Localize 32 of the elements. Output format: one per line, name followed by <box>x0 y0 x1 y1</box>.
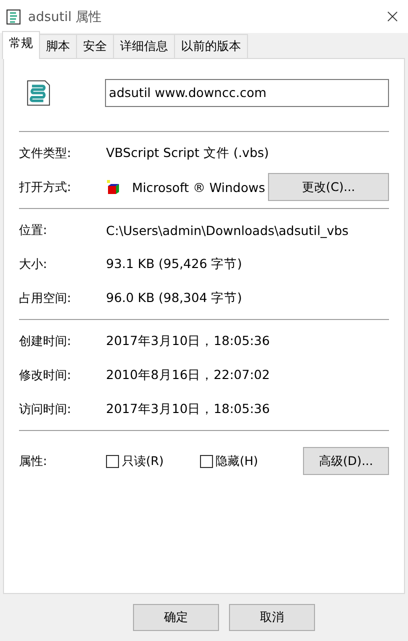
change-button[interactable]: 更改(C)... <box>268 173 389 201</box>
tab[interactable]: 以前的版本 <box>174 34 248 58</box>
window-title: adsutil 属性 <box>28 8 102 26</box>
field-label: 访问时间: <box>19 400 72 418</box>
checkbox[interactable] <box>106 454 119 468</box>
tab[interactable]: 常规 <box>2 31 40 59</box>
field-label: 修改时间: <box>19 366 72 384</box>
dialog-button[interactable]: 确定 <box>133 604 219 631</box>
field-label: 位置: <box>19 222 48 238</box>
field-value: 96.0 KB (98,304 字节) <box>106 290 242 306</box>
field-value: 93.1 KB (95,426 字节) <box>106 256 242 272</box>
app-name: Microsoft ® Windows <box>132 180 266 194</box>
checkbox-label: 只读(R) <box>122 452 164 470</box>
dialog-button[interactable]: 取消 <box>229 604 315 631</box>
script-file-icon <box>6 8 22 24</box>
file-name-field[interactable]: adsutil www.downcc.com <box>104 79 389 107</box>
field-label: 占用空间: <box>19 290 72 306</box>
advanced-button[interactable]: 高级(D)... <box>303 447 389 475</box>
field-label: 创建时间: <box>19 332 72 350</box>
field-value: 2017年3月10日，18:05:36 <box>106 332 270 350</box>
field-value: 2017年3月10日，18:05:36 <box>106 400 270 418</box>
close-icon[interactable] <box>387 11 398 22</box>
field-value: 2010年8月16日，22:07:02 <box>106 366 270 384</box>
field-label: 属性: <box>19 452 48 470</box>
checkbox[interactable] <box>200 454 213 468</box>
field-label: 打开方式: <box>19 178 72 196</box>
field-label: 文件类型: <box>19 144 72 162</box>
field-label: 大小: <box>19 256 48 272</box>
checkbox-label: 隐藏(H) <box>216 452 258 470</box>
field-value: VBScript Script 文件 (.vbs) <box>106 144 269 162</box>
field-value: C:\Users\admin\Downloads\adsutil_vbs <box>106 222 349 238</box>
cube-icon <box>106 179 122 195</box>
